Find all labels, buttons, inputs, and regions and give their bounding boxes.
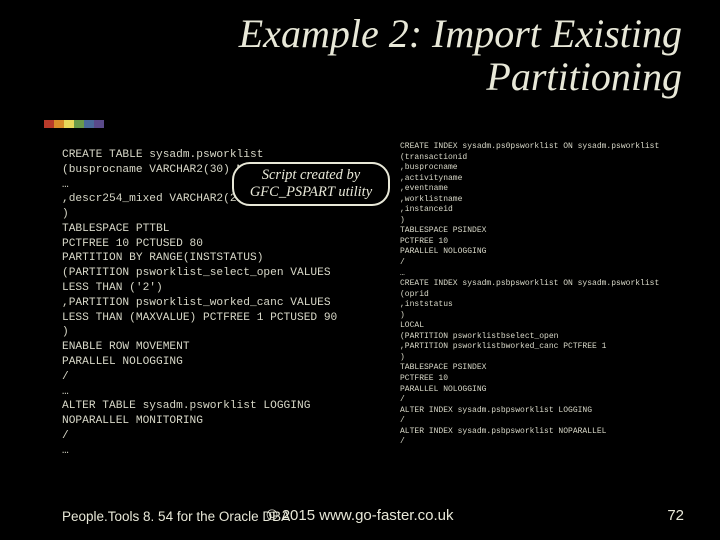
footer-left: People.Tools 8. 54 for the Oracle DBA <box>62 509 290 524</box>
callout-line2: GFC_PSPART utility <box>250 184 372 201</box>
accent-swatch <box>44 120 54 128</box>
accent-swatch <box>94 120 104 128</box>
footer-page-number: 72 <box>667 507 684 524</box>
slide: Example 2: Import Existing Partitioning … <box>0 0 720 540</box>
code-block-right: CREATE INDEX sysadm.ps0psworklist ON sys… <box>400 142 700 448</box>
accent-swatch <box>54 120 64 128</box>
accent-swatch <box>74 120 84 128</box>
accent-swatch <box>64 120 74 128</box>
callout-box: Script created by GFC_PSPART utility <box>232 162 390 206</box>
slide-title: Example 2: Import Existing Partitioning <box>122 12 682 98</box>
accent-swatch <box>84 120 94 128</box>
callout-line1: Script created by <box>262 167 361 184</box>
accent-bar <box>44 120 104 128</box>
